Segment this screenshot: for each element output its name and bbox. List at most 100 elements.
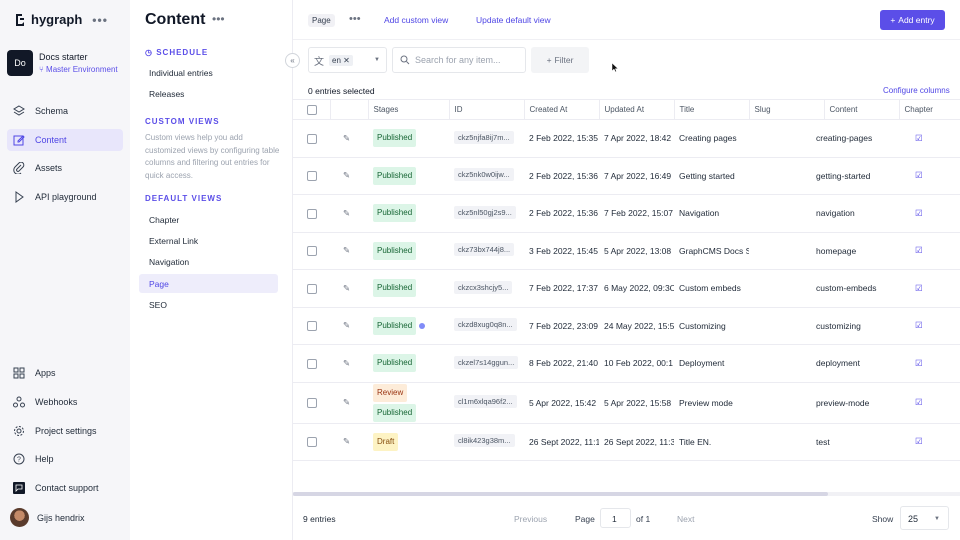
reference-edit-icon[interactable]: ☑	[915, 358, 923, 368]
row-checkbox[interactable]	[307, 208, 317, 219]
view-menu-icon[interactable]: •••	[349, 13, 361, 25]
pencil-icon[interactable]: ✎	[343, 283, 350, 293]
environment-label[interactable]: ⑂ Master Environment	[39, 65, 118, 74]
reference-edit-icon[interactable]: ☑	[915, 283, 923, 293]
table-row[interactable]: ✎ Published ckz5njfa8ij7m... 2 Feb 2022,…	[293, 119, 960, 158]
row-checkbox[interactable]	[307, 246, 317, 257]
pencil-icon[interactable]: ✎	[343, 397, 350, 407]
title-cell: Custom embeds	[674, 269, 749, 308]
brand[interactable]: hygraph •••	[13, 12, 108, 27]
row-checkbox[interactable]	[307, 321, 317, 332]
reference-edit-icon[interactable]: ☑	[915, 436, 923, 446]
reference-edit-icon[interactable]: ☑	[915, 245, 923, 255]
id-chip[interactable]: ckz5nl50gj2s9...	[454, 205, 516, 219]
pencil-icon[interactable]: ✎	[343, 358, 350, 368]
id-chip[interactable]: cl8ik423g38m...	[454, 434, 515, 448]
table-row[interactable]: ✎ Published ckzd8xug0q8n... 7 Feb 2022, …	[293, 307, 960, 345]
pencil-icon[interactable]: ✎	[343, 245, 350, 255]
id-chip[interactable]: ckzel7s14ggun...	[454, 355, 519, 369]
content-menu-icon[interactable]: •••	[212, 12, 225, 26]
header-stages[interactable]: Stages	[368, 99, 450, 120]
view-seo[interactable]: SEO	[139, 295, 278, 314]
view-chapter[interactable]: Chapter	[139, 210, 278, 229]
locale-select[interactable]: 文 en ✕ ▼	[308, 47, 387, 73]
reference-edit-icon[interactable]: ☑	[915, 397, 923, 407]
scrollbar-thumb[interactable]	[293, 492, 828, 496]
page-number-input[interactable]: 1	[600, 508, 631, 528]
reference-edit-icon[interactable]: ☑	[915, 320, 923, 330]
reference-edit-icon[interactable]: ☑	[915, 133, 923, 143]
view-page[interactable]: Page	[139, 274, 278, 293]
filter-button[interactable]: + Filter	[531, 47, 589, 73]
nav-help[interactable]: ? Help	[7, 448, 123, 470]
view-releases[interactable]: Releases	[139, 84, 278, 103]
row-checkbox[interactable]	[307, 283, 317, 294]
id-chip[interactable]: ckz5nk0w0ijw...	[454, 168, 514, 182]
nav-project-settings[interactable]: Project settings	[7, 420, 123, 442]
content-cell: homepage	[816, 232, 891, 270]
id-chip[interactable]: ckz73bx744j8...	[454, 243, 515, 257]
row-checkbox[interactable]	[307, 437, 317, 448]
nav-apps[interactable]: Apps	[7, 362, 123, 384]
pencil-icon[interactable]: ✎	[343, 170, 350, 180]
pencil-icon[interactable]: ✎	[343, 436, 350, 446]
locale-chip[interactable]: en ✕	[329, 54, 353, 66]
pencil-icon[interactable]: ✎	[343, 133, 350, 143]
view-navigation[interactable]: Navigation	[139, 252, 278, 271]
table-row[interactable]: ✎ Published ckz73bx744j8... 3 Feb 2022, …	[293, 232, 960, 270]
search-input[interactable]: Search for any item...	[392, 47, 526, 73]
table-row[interactable]: ✎ Published ckz5nk0w0ijw... 2 Feb 2022, …	[293, 157, 960, 195]
view-individual-entries[interactable]: Individual entries	[139, 63, 278, 82]
header-updated-at[interactable]: Updated At	[599, 99, 675, 120]
header-content[interactable]: Content	[824, 99, 900, 120]
header-slug[interactable]: Slug	[749, 99, 825, 120]
pencil-icon[interactable]: ✎	[343, 320, 350, 330]
title-cell: Title EN.	[674, 423, 749, 461]
table-row[interactable]: ✎ Published ckzcx3shcjy5... 7 Feb 2022, …	[293, 269, 960, 308]
nav-assets[interactable]: Assets	[7, 157, 123, 179]
table-row[interactable]: ✎ Draft cl8ik423g38m... 26 Sept 2022, 11…	[293, 423, 960, 461]
select-all-checkbox[interactable]	[307, 104, 317, 115]
nav-content[interactable]: Content	[7, 129, 123, 151]
row-checkbox[interactable]	[307, 171, 317, 182]
id-chip[interactable]: ckzcx3shcjy5...	[454, 280, 513, 294]
pencil-icon[interactable]: ✎	[343, 208, 350, 218]
previous-page-button[interactable]: Previous	[514, 514, 547, 524]
header-title[interactable]: Title	[674, 99, 750, 120]
slug-cell	[749, 344, 824, 383]
project-switcher[interactable]: Do Docs starter ⑂ Master Environment	[7, 50, 118, 76]
update-default-view-link[interactable]: Update default view	[476, 15, 551, 25]
nav-webhooks[interactable]: Webhooks	[7, 391, 123, 413]
user-menu[interactable]: Gijs hendrix	[10, 508, 85, 527]
header-chapter[interactable]: Chapter	[899, 99, 960, 120]
configure-columns-link[interactable]: Configure columns	[883, 86, 950, 95]
nav-schema[interactable]: Schema	[7, 100, 123, 122]
reference-edit-icon[interactable]: ☑	[915, 170, 923, 180]
horizontal-scrollbar[interactable]	[293, 492, 960, 496]
row-checkbox[interactable]	[307, 358, 317, 369]
row-select-cell	[293, 232, 330, 270]
row-checkbox[interactable]	[307, 397, 317, 408]
id-chip[interactable]: ckzd8xug0q8n...	[454, 318, 517, 332]
schedule-header-label: SCHEDULE	[156, 48, 209, 57]
add-custom-view-link[interactable]: Add custom view	[384, 15, 448, 25]
page-size-select[interactable]: 25 ▼	[900, 506, 949, 530]
row-checkbox[interactable]	[307, 133, 317, 144]
table-row[interactable]: ✎ Published ckz5nl50gj2s9... 2 Feb 2022,…	[293, 194, 960, 233]
reference-edit-icon[interactable]: ☑	[915, 208, 923, 218]
nav-contact-support[interactable]: Contact support	[7, 477, 123, 499]
nav-api-playground[interactable]: API playground	[7, 186, 123, 208]
id-chip[interactable]: cl1m6xlqa96f2...	[454, 395, 517, 408]
header-id[interactable]: ID	[449, 99, 525, 120]
id-chip[interactable]: ckz5njfa8ij7m...	[454, 130, 514, 144]
header-created-at[interactable]: Created At	[524, 99, 600, 120]
close-icon[interactable]: ✕	[343, 56, 350, 65]
view-external-link[interactable]: External Link	[139, 231, 278, 250]
brand-menu-icon[interactable]: •••	[92, 13, 108, 27]
content-cell: getting-started	[816, 157, 891, 195]
next-page-button[interactable]: Next	[677, 514, 694, 524]
table-row[interactable]: ✎ Review Published cl1m6xlqa96f2... 5 Apr…	[293, 382, 960, 424]
add-entry-button[interactable]: + Add entry	[880, 10, 945, 30]
table-row[interactable]: ✎ Published ckzel7s14ggun... 8 Feb 2022,…	[293, 344, 960, 383]
id-cell: cl8ik423g38m...	[449, 423, 524, 461]
